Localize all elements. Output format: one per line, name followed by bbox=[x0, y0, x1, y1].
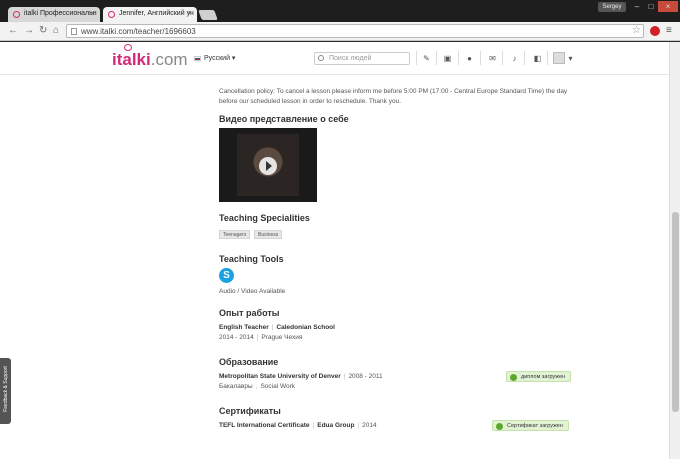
divider bbox=[547, 51, 548, 65]
web-page: italki.com Русский ▾ Поиск людей ✎ ▣ ● ✉… bbox=[0, 42, 669, 459]
italki-favicon-icon bbox=[108, 11, 115, 18]
site-header: italki.com Русский ▾ Поиск людей ✎ ▣ ● ✉… bbox=[0, 42, 669, 75]
menu-icon[interactable]: ≡ bbox=[666, 25, 672, 36]
window-close-icon[interactable]: × bbox=[658, 1, 678, 12]
certificate-uploaded-badge: Сертификат загружен bbox=[492, 420, 569, 431]
tools-label: Audio / Video Available bbox=[219, 288, 286, 295]
close-tab-icon[interactable]: × bbox=[90, 9, 95, 18]
maximize-icon[interactable]: □ bbox=[644, 1, 658, 12]
specialities-title: Teaching Specialities bbox=[219, 213, 310, 223]
russian-flag-icon bbox=[194, 55, 201, 61]
certificate-row: TEFL International Certificate | Edua Grou… bbox=[219, 422, 377, 429]
browser-tab-active[interactable]: Jennifer, Английский уч × bbox=[103, 7, 197, 22]
video-section-title: Видео представление о себе bbox=[219, 114, 349, 124]
url-text: www.italki.com/teacher/1696603 bbox=[81, 27, 196, 36]
tab-title: italki Профессиональн bbox=[24, 10, 97, 17]
chevron-down-icon[interactable]: ▾ bbox=[566, 54, 575, 63]
teacher-board-icon[interactable]: ▣ bbox=[443, 54, 452, 63]
italki-favicon-icon bbox=[13, 11, 20, 18]
speciality-tag: Teenagers bbox=[219, 230, 251, 239]
diploma-uploaded-badge: диплом загружен bbox=[506, 371, 572, 382]
reload-icon[interactable]: ↻ bbox=[39, 25, 47, 36]
divider bbox=[436, 51, 437, 65]
divider bbox=[458, 51, 459, 65]
experience-row: English Teacher | Caledonian School bbox=[219, 324, 335, 331]
scrollbar-thumb[interactable] bbox=[672, 212, 679, 412]
page-scrollbar[interactable] bbox=[669, 42, 680, 459]
check-icon bbox=[496, 423, 503, 430]
feedback-support-tab[interactable]: Feedback & Support bbox=[0, 358, 11, 424]
search-icon bbox=[318, 55, 324, 61]
user-avatar[interactable] bbox=[553, 52, 565, 64]
browser-toolbar: ← → ↻ ⌂ www.italki.com/teacher/1696603 ☆… bbox=[0, 22, 680, 41]
browser-tab[interactable]: italki Профессиональн × bbox=[8, 7, 100, 22]
cancellation-policy: Cancellation policy: To cancel a lesson … bbox=[219, 88, 568, 105]
speciality-tag: Business bbox=[254, 230, 283, 239]
puzzle-icon[interactable]: ◧ bbox=[533, 54, 542, 63]
bookmark-star-icon[interactable]: ☆ bbox=[632, 25, 641, 36]
check-icon bbox=[510, 374, 517, 381]
forward-icon[interactable]: → bbox=[24, 25, 34, 36]
profile-icon[interactable]: ● bbox=[465, 54, 474, 63]
divider bbox=[480, 51, 481, 65]
divider bbox=[524, 51, 525, 65]
close-tab-icon[interactable]: × bbox=[187, 9, 192, 18]
minimize-icon[interactable]: – bbox=[630, 1, 644, 12]
notifications-bell-icon[interactable]: ♪ bbox=[510, 54, 519, 63]
messages-icon[interactable]: ✉ bbox=[488, 54, 497, 63]
play-icon[interactable] bbox=[259, 157, 277, 175]
education-title: Образование bbox=[219, 357, 279, 367]
search-people-input[interactable]: Поиск людей bbox=[314, 52, 410, 65]
experience-title: Опыт работы bbox=[219, 308, 280, 318]
skype-icon: S bbox=[219, 268, 234, 283]
education-details: Бакалавры, Social Work bbox=[219, 383, 296, 390]
address-bar[interactable]: www.italki.com/teacher/1696603 bbox=[66, 24, 644, 38]
experience-details: 2014 - 2014 | Prague Чехия bbox=[219, 334, 303, 341]
certificates-title: Сертификаты bbox=[219, 406, 281, 416]
browser-user-badge[interactable]: Sergey bbox=[598, 2, 626, 12]
teaching-tools-title: Teaching Tools bbox=[219, 254, 284, 264]
intro-video-player[interactable] bbox=[219, 128, 317, 202]
italki-logo[interactable]: italki.com bbox=[112, 50, 188, 70]
edit-icon[interactable]: ✎ bbox=[422, 54, 431, 63]
divider bbox=[502, 51, 503, 65]
back-icon[interactable]: ← bbox=[8, 25, 18, 36]
language-selector[interactable]: Русский ▾ bbox=[194, 54, 235, 62]
browser-titlebar: italki Профессиональн × Jennifer, Англий… bbox=[0, 0, 680, 22]
divider bbox=[416, 51, 417, 65]
new-tab-button[interactable] bbox=[198, 10, 218, 20]
tab-title: Jennifer, Английский уч bbox=[119, 10, 194, 17]
extension-icon[interactable] bbox=[650, 26, 660, 36]
home-icon[interactable]: ⌂ bbox=[53, 25, 59, 36]
education-row: Metropolitan State University of Denver |… bbox=[219, 373, 383, 380]
page-icon bbox=[71, 28, 77, 35]
